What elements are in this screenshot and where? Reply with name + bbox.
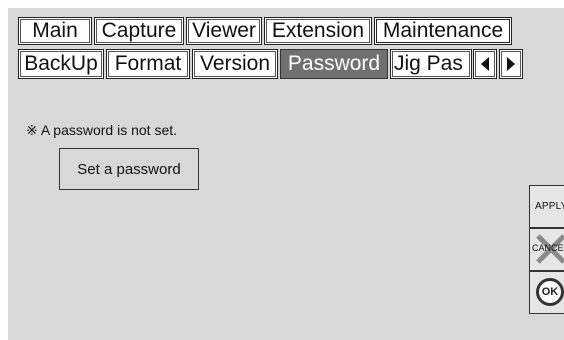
subtab-backup[interactable]: BackUp: [18, 49, 104, 79]
tab-capture[interactable]: Capture: [94, 17, 184, 45]
subtab-jig-password[interactable]: Jig Pas: [390, 49, 472, 79]
scroll-left-button[interactable]: [473, 49, 497, 79]
ok-label: OK: [541, 286, 559, 298]
tab-maintenance[interactable]: Maintenance: [374, 17, 512, 45]
cancel-button[interactable]: CANCEL: [529, 228, 564, 271]
cancel-label: CANCEL: [532, 243, 564, 253]
tab-maintenance-label: Maintenance: [382, 19, 504, 42]
subtab-backup-label: BackUp: [24, 52, 98, 75]
ok-icon: OK: [536, 278, 564, 306]
tab-extension[interactable]: Extension: [264, 17, 372, 45]
apply-button[interactable]: APPLY: [529, 185, 564, 228]
subtab-version[interactable]: Version: [192, 49, 278, 79]
subtab-format-label: Format: [114, 52, 182, 75]
set-password-label: Set a password: [77, 160, 181, 178]
tab-capture-label: Capture: [101, 19, 177, 42]
subtab-password[interactable]: Password: [280, 49, 388, 79]
ok-button[interactable]: OK: [529, 271, 564, 314]
tab-extension-label: Extension: [271, 19, 365, 42]
subtab-password-label: Password: [287, 52, 381, 75]
password-status-text: ※ A password is not set.: [26, 122, 178, 138]
tab-main-label: Main: [32, 19, 78, 42]
tab-viewer[interactable]: Viewer: [186, 17, 262, 45]
arrow-left-icon: [481, 57, 489, 71]
subtab-version-label: Version: [199, 52, 271, 75]
subtab-jig-password-label: Jig Pas: [394, 52, 463, 75]
tab-main[interactable]: Main: [18, 17, 92, 45]
tab-viewer-label: Viewer: [192, 19, 256, 42]
scroll-right-button[interactable]: [499, 49, 523, 79]
subtab-format[interactable]: Format: [106, 49, 190, 79]
arrow-right-icon: [507, 57, 515, 71]
set-password-button[interactable]: Set a password: [59, 148, 199, 190]
apply-label: APPLY: [535, 201, 564, 212]
